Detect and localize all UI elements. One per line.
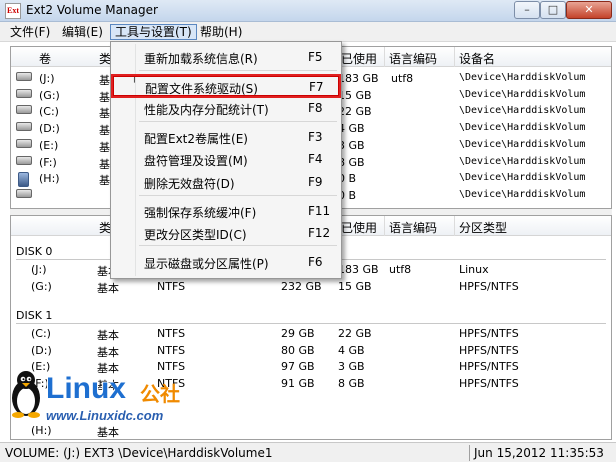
penguin-icon <box>12 371 40 418</box>
disk-icon <box>16 105 32 115</box>
disk-0-label[interactable]: DISK 0 <box>16 245 52 258</box>
menu-item-f7[interactable]: 配置文件系统驱动(S) F7 <box>113 76 339 96</box>
disk-icon <box>16 88 32 98</box>
col-codepage[interactable]: 语言编码 <box>389 50 437 67</box>
disk-icon <box>16 122 32 132</box>
watermark-brand: Linux <box>46 372 126 405</box>
status-bar: VOLUME: (J:) EXT3 \Device\HarddiskVolume… <box>0 442 616 462</box>
menu-tools-settings[interactable]: 工具与设置(T) <box>110 24 197 40</box>
menu-item-f6[interactable]: 显示磁盘或分区属性(P) F6 <box>113 252 339 272</box>
menu-bar: 文件(F) 编辑(E) 工具与设置(T) 帮助(H) <box>0 22 616 42</box>
menu-item-f5[interactable]: 重新加载系统信息(R) F5 <box>113 47 339 67</box>
menu-item-f4[interactable]: 盘符管理及设置(M) F4 <box>113 149 339 169</box>
table-row[interactable]: (D:) 基本 NTFS 80 GB 4 GB HPFS/NTFS <box>11 342 611 359</box>
col-used-2[interactable]: 已使用 <box>341 219 377 236</box>
disk-1-label[interactable]: DISK 1 <box>16 309 52 322</box>
menu-item-f3[interactable]: 配置Ext2卷属性(E) F3 <box>113 127 339 147</box>
tools-menu-dropdown: ╭ 重新加载系统信息(R) F5 配置文件系统驱动(S) F7 性能及内存分配统计(T)… <box>110 41 342 279</box>
usb-icon <box>18 172 29 188</box>
menu-item-f9[interactable]: 删除无效盘符(D) F9 <box>113 172 339 192</box>
status-datetime: Jun 15,2012 11:35:53 <box>474 446 604 460</box>
table-row[interactable]: (G:) 基本 NTFS 232 GB 15 GB HPFS/NTFS <box>11 278 611 295</box>
table-row[interactable]: (C:) 基本 NTFS 29 GB 22 GB HPFS/NTFS <box>11 325 611 342</box>
close-button[interactable]: ✕ <box>566 1 612 19</box>
col-used[interactable]: 已使用 <box>341 50 377 67</box>
col-device[interactable]: 设备名 <box>459 50 495 67</box>
menu-file[interactable]: 文件(F) <box>6 24 54 40</box>
menu-item-f12[interactable]: 更改分区类型ID(C) F12 <box>113 223 339 243</box>
col-codepage-2[interactable]: 语言编码 <box>389 219 437 236</box>
menu-edit[interactable]: 编辑(E) <box>58 24 107 40</box>
maximize-button[interactable]: □ <box>540 1 566 19</box>
col-partition-type[interactable]: 分区类型 <box>459 219 507 236</box>
disk-icon <box>16 138 32 148</box>
watermark-logo: Linux 公社 www.Linuxidc.com <box>8 370 218 430</box>
title-bar: Ext Ext2 Volume Manager – □ ✕ <box>0 0 616 22</box>
menu-item-f11[interactable]: 强制保存系统缓冲(F) F11 <box>113 201 339 221</box>
disk-icon <box>16 188 32 198</box>
watermark-brand-cn: 公社 <box>140 382 180 406</box>
window-title: Ext2 Volume Manager <box>26 3 158 17</box>
status-volume: VOLUME: (J:) EXT3 \Device\HarddiskVolume… <box>5 446 273 460</box>
col-volume[interactable]: 卷 <box>39 50 51 67</box>
menu-help[interactable]: 帮助(H) <box>196 24 246 40</box>
menu-item-f8[interactable]: 性能及内存分配统计(T) F8 <box>113 98 339 118</box>
minimize-button[interactable]: – <box>514 1 540 19</box>
app-icon: Ext <box>5 3 21 19</box>
watermark-url: www.Linuxidc.com <box>46 408 164 423</box>
disk-icon <box>16 72 32 81</box>
disk-icon <box>16 155 32 165</box>
